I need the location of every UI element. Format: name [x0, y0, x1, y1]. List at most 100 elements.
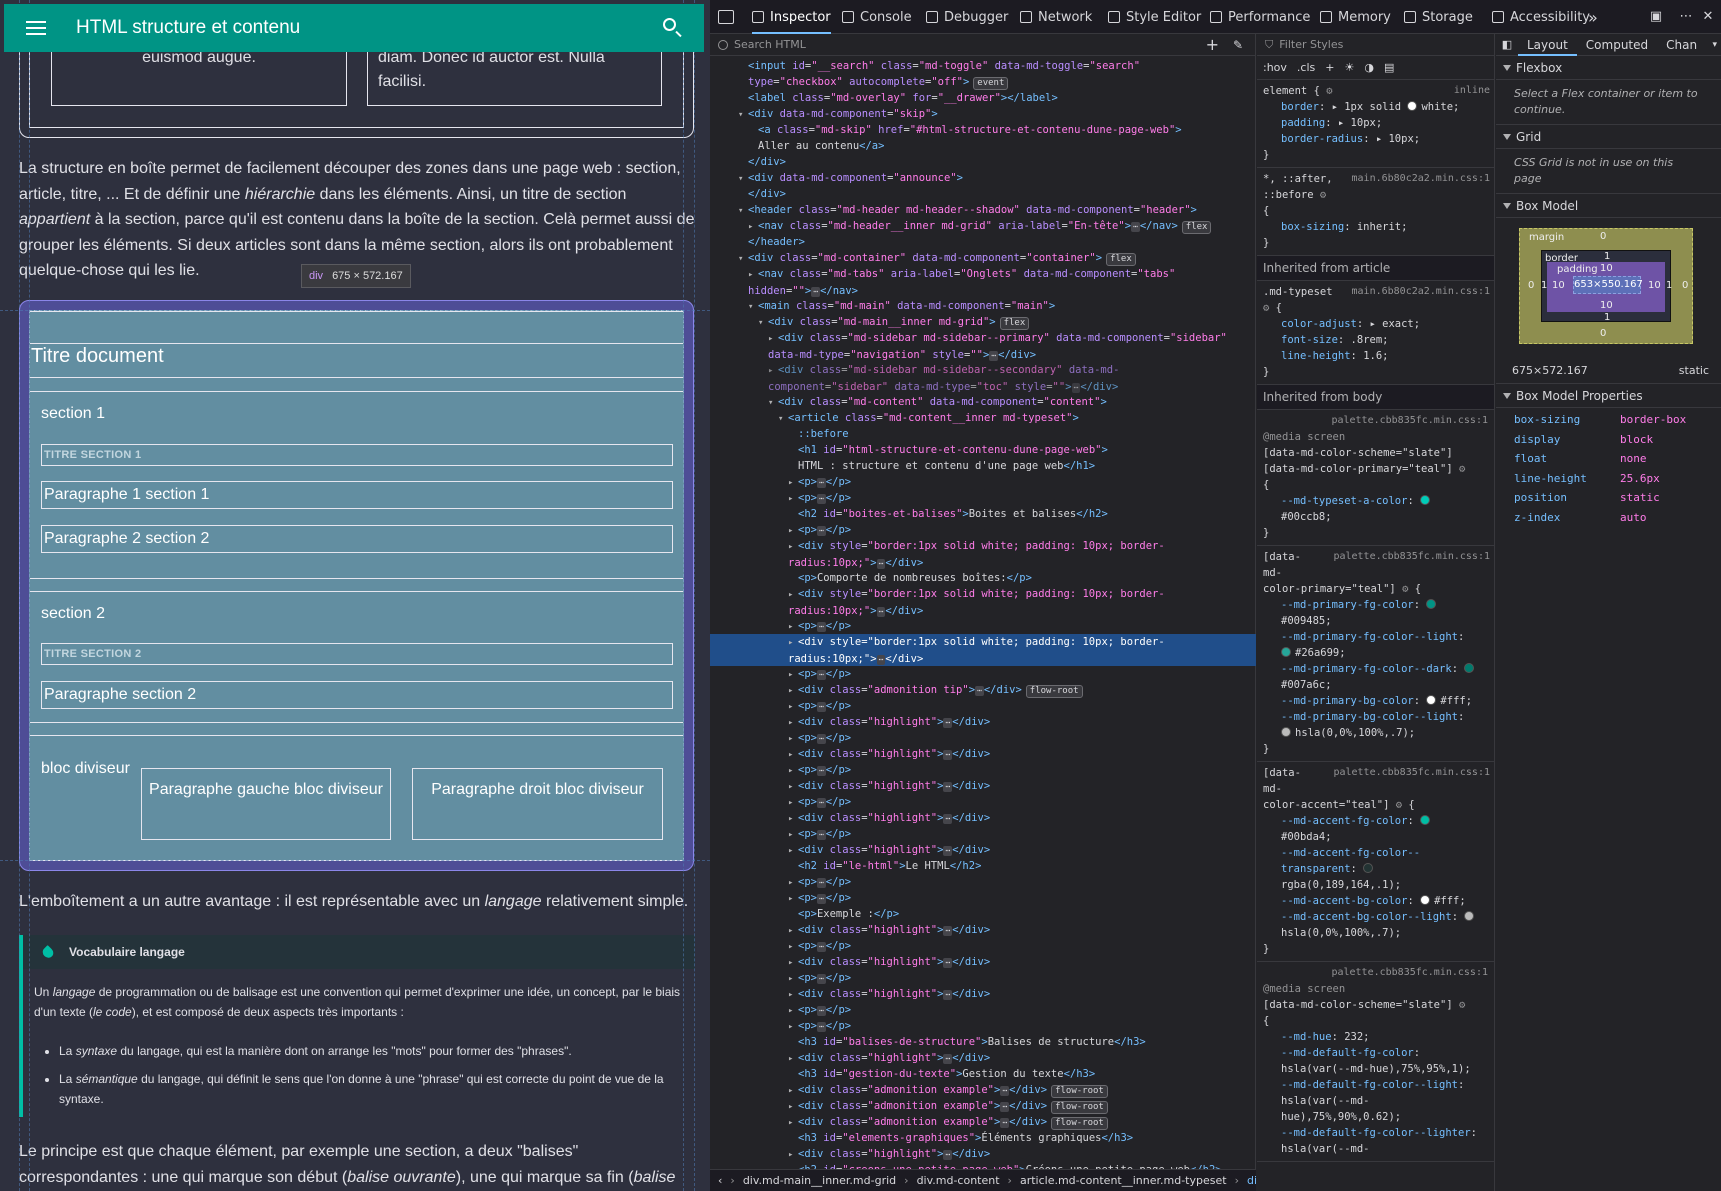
tree-node[interactable]: ▸ <div class="highlight"> ⋯ </div>: [710, 778, 1256, 794]
breadcrumb-item[interactable]: article.md-content__inner.md-typeset: [1020, 1174, 1227, 1187]
tree-node[interactable]: ▸ <div style="border:1px solid white; pad…: [710, 586, 1256, 618]
tree-node[interactable]: <p>Comporte de nombreuses boîtes:</p>: [710, 570, 1256, 586]
margin-top-value[interactable]: 0: [1600, 231, 1606, 243]
tree-node[interactable]: ::before: [710, 426, 1256, 442]
tree-node[interactable]: ▸ <p> ⋯ </p>: [710, 1002, 1256, 1018]
light-scheme-icon[interactable]: ☀: [1344, 60, 1354, 76]
tree-node[interactable]: ▾ <main class="md-main" data-md-component…: [710, 298, 1256, 314]
tree-node[interactable]: ▸ <p> ⋯ </p>: [710, 666, 1256, 682]
tab-storage[interactable]: Storage: [1404, 0, 1473, 34]
tree-node[interactable]: <h2 id="boites-et-balises">Boites et bal…: [710, 506, 1256, 522]
chevron-down-icon[interactable]: ▾: [1712, 40, 1717, 50]
tab-style-editor[interactable]: Style Editor: [1108, 0, 1201, 34]
tab-computed[interactable]: Computed: [1577, 34, 1657, 56]
rule-typeset-color[interactable]: palette.cbb835fc.min.css:1 @media screen…: [1257, 410, 1494, 546]
tree-node[interactable]: ▸ <div class="admonition example"> ⋯ </div>…: [710, 1082, 1256, 1098]
margin-bottom-value[interactable]: 0: [1600, 328, 1606, 340]
tree-node[interactable]: ▾ <header class="md-header md-header--sha…: [710, 202, 1256, 218]
tab-inspector[interactable]: Inspector: [752, 0, 831, 34]
rule-slate-scheme[interactable]: palette.cbb835fc.min.css:1 @media screen…: [1257, 962, 1494, 1162]
tree-node[interactable]: ▸ <div class="highlight"> ⋯ </div>: [710, 746, 1256, 762]
breadcrumb-item[interactable]: div.md-main__inner.md-grid: [743, 1174, 896, 1187]
padding-left-value[interactable]: 10: [1552, 280, 1565, 292]
tree-node[interactable]: ▸ <div class="md-sidebar md-sidebar--prim…: [710, 330, 1256, 362]
box-model-properties-section[interactable]: Box Model Properties: [1496, 384, 1721, 408]
eyedropper-icon[interactable]: ✎: [1233, 38, 1243, 52]
tree-node[interactable]: ▸ <p> ⋯ </p>: [710, 618, 1256, 634]
padding-bottom-value[interactable]: 10: [1600, 300, 1613, 312]
dock-icon[interactable]: ▣: [1648, 9, 1664, 25]
tree-node[interactable]: ▸ <p> ⋯ </p>: [710, 890, 1256, 906]
tree-node[interactable]: </header>: [710, 234, 1256, 250]
tab-console[interactable]: Console: [842, 0, 912, 34]
tree-node[interactable]: ▾ <div data-md-component="announce">: [710, 170, 1256, 186]
tree-node[interactable]: <a class="md-skip" href="#html-structure…: [710, 122, 1256, 154]
tree-node[interactable]: ▸ <p> ⋯ </p>: [710, 490, 1256, 506]
tree-node[interactable]: ▸ <div class="md-sidebar md-sidebar--seco…: [710, 362, 1256, 394]
padding-top-value[interactable]: 10: [1600, 263, 1613, 275]
tree-node[interactable]: <h2 id="le-html">Le HTML</h2>: [710, 858, 1256, 874]
rule-element[interactable]: element { ⚙ inline border: ▸ 1px solid wh…: [1257, 80, 1494, 168]
options-menu-icon[interactable]: ⋯: [1678, 9, 1694, 25]
tree-node[interactable]: ▾ <div class="md-main__inner md-grid"> fle…: [710, 314, 1256, 330]
tab-accessibility[interactable]: Accessibility: [1492, 0, 1590, 34]
tree-node[interactable]: ▸ <nav class="md-tabs" aria-label="Onglet…: [710, 266, 1256, 298]
search-html-input[interactable]: Search HTML + ✎: [710, 34, 1255, 56]
print-icon[interactable]: ▤: [1384, 60, 1394, 76]
grid-section[interactable]: Grid: [1496, 125, 1721, 149]
dark-scheme-icon[interactable]: ◑: [1364, 60, 1374, 76]
menu-icon[interactable]: [24, 16, 48, 40]
tree-node[interactable]: ▸ <p> ⋯ </p>: [710, 874, 1256, 890]
tab-network[interactable]: Network: [1020, 0, 1092, 34]
tree-node[interactable]: <p>Exemple :</p>: [710, 906, 1256, 922]
flexbox-section[interactable]: Flexbox: [1496, 56, 1721, 80]
margin-right-value[interactable]: 0: [1682, 280, 1688, 292]
tab-memory[interactable]: Memory: [1320, 0, 1391, 34]
tab-changes[interactable]: Chan: [1657, 34, 1706, 56]
tree-node[interactable]: ▸ <div class="highlight"> ⋯ </div>: [710, 1146, 1256, 1162]
tree-node[interactable]: ▸ <div class="highlight"> ⋯ </div>: [710, 986, 1256, 1002]
add-node-icon[interactable]: +: [1206, 35, 1219, 54]
tree-node[interactable]: ▸ <div class="highlight"> ⋯ </div>: [710, 842, 1256, 858]
tree-node[interactable]: </div>: [710, 186, 1256, 202]
breadcrumb-item[interactable]: div.md-content: [917, 1174, 1000, 1187]
tree-node[interactable]: ▸ <p> ⋯ </p>: [710, 522, 1256, 538]
tree-node[interactable]: ▸ <div class="highlight"> ⋯ </div>: [710, 922, 1256, 938]
cls-button[interactable]: .cls: [1297, 60, 1315, 76]
site-title[interactable]: HTML structure et contenu: [76, 17, 660, 39]
box-model-content-size[interactable]: 653×550.167: [1573, 276, 1643, 294]
tree-node[interactable]: ▸ <p> ⋯ </p>: [710, 730, 1256, 746]
tree-node[interactable]: ▸ <div class="highlight"> ⋯ </div>: [710, 1050, 1256, 1066]
tree-node[interactable]: ▾ <div class="md-container" data-md-compo…: [710, 250, 1256, 266]
border-bottom-value[interactable]: 1: [1604, 312, 1610, 324]
tree-node[interactable]: ▸ <p> ⋯ </p>: [710, 970, 1256, 986]
tree-node[interactable]: <h3 id="balises-de-structure">Balises de…: [710, 1034, 1256, 1050]
search-icon[interactable]: [660, 15, 686, 41]
element-picker-icon[interactable]: [718, 10, 734, 24]
tree-node[interactable]: ▸ <div class="admonition tip"> ⋯ </div> flow…: [710, 682, 1256, 698]
breadcrumb-back-icon[interactable]: ‹: [718, 1174, 722, 1187]
tree-node[interactable]: ▾ <article class="md-content__inner md-ty…: [710, 410, 1256, 426]
filter-styles-input[interactable]: ⛉ Filter Styles: [1257, 34, 1494, 56]
tree-node[interactable]: ▸ <div class="highlight"> ⋯ </div>: [710, 810, 1256, 826]
rule-universal[interactable]: *, ::after, main.6b80c2a2.min.css:1 ::be…: [1257, 168, 1494, 256]
tree-node[interactable]: ▸ <nav class="md-header__inner md-grid" a…: [710, 218, 1256, 234]
box-model-section[interactable]: Box Model: [1496, 194, 1721, 218]
tab-debugger[interactable]: Debugger: [926, 0, 1008, 34]
tree-node[interactable]: ▸ <p> ⋯ </p>: [710, 794, 1256, 810]
tree-node[interactable]: ▸ <p> ⋯ </p>: [710, 698, 1256, 714]
tree-node[interactable]: ▾ <div data-md-component="skip">: [710, 106, 1256, 122]
tree-node[interactable]: <h1 id="html-structure-et-contenu-dune-p…: [710, 442, 1256, 474]
padding-right-value[interactable]: 10: [1648, 280, 1661, 292]
tree-node[interactable]: ▸ <div class="admonition example"> ⋯ </div>…: [710, 1114, 1256, 1130]
tree-node[interactable]: <h3 id="gestion-du-texte">Gestion du tex…: [710, 1066, 1256, 1082]
rule-md-typeset[interactable]: .md-typeset main.6b80c2a2.min.css:1 ⚙ { …: [1257, 281, 1494, 385]
tree-node[interactable]: ▸ <div style="border:1px solid white; pad…: [710, 538, 1256, 570]
tree-node[interactable]: <label class="md-overlay" for="__drawer"…: [710, 90, 1256, 106]
tree-node[interactable]: ▸ <p> ⋯ </p>: [710, 938, 1256, 954]
tree-node[interactable]: ▸ <div class="highlight"> ⋯ </div>: [710, 954, 1256, 970]
tree-node[interactable]: ▸ <div class="highlight"> ⋯ </div>: [710, 714, 1256, 730]
margin-left-value[interactable]: 0: [1528, 280, 1534, 292]
tree-node[interactable]: </div>: [710, 154, 1256, 170]
tree-node[interactable]: ▸ <p> ⋯ </p>: [710, 474, 1256, 490]
